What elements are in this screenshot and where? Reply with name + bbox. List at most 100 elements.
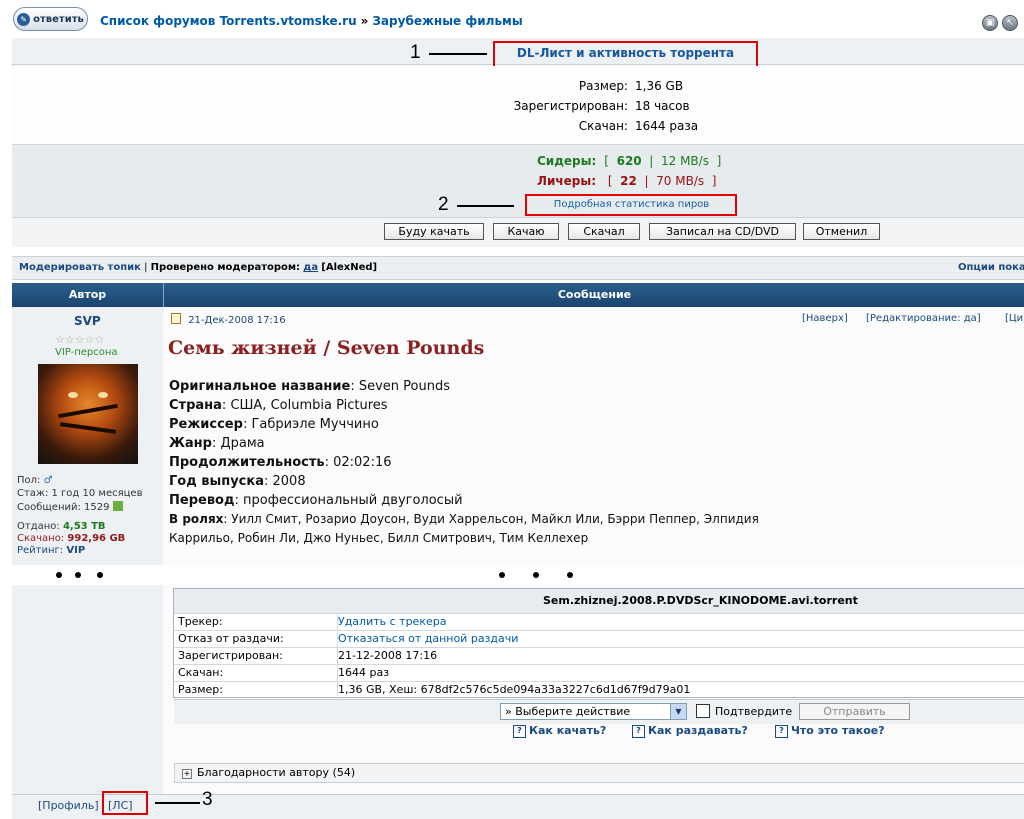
post-line-genre: Жанр: Драма (169, 436, 265, 451)
author-experience: Стаж: 1 год 10 месяцев (17, 488, 143, 499)
torrent-row-refuse: Отказ от раздачи: Отказаться от данной ра… (174, 630, 1024, 648)
annotation-1: 1 (410, 42, 421, 63)
post-icon (171, 313, 181, 324)
confirm-checkbox[interactable] (696, 704, 710, 718)
question-icon: ? (775, 725, 788, 738)
help-how-download[interactable]: ? Как качать? (513, 724, 606, 738)
info-registered-value: 18 часов (635, 99, 690, 113)
author-rank: VIP-персона (55, 347, 118, 358)
ellipsis-dot (499, 572, 505, 578)
options-link[interactable]: Опции пока (958, 262, 1024, 273)
chevron-down-icon: ▼ (670, 704, 686, 719)
refuse-seeding-link[interactable]: Отказаться от данной раздачи (338, 631, 518, 647)
posts-table-header: Автор Сообщение (12, 283, 1024, 307)
post-date[interactable]: 21-Дек-2008 17:16 (188, 315, 285, 326)
posts-bar-icon (112, 501, 123, 511)
question-icon: ? (632, 725, 645, 738)
breadcrumb-separator: » (360, 14, 369, 28)
ellipsis-dot (567, 572, 573, 578)
highlight-box-3 (102, 791, 148, 815)
author-posts: Сообщений: 1529 (17, 501, 123, 513)
post-line-cast: В ролях: Уилл Смит, Розарио Доусон, Вуди… (169, 512, 759, 526)
burned-cd-button[interactable]: Записал на CD/DVD (649, 223, 796, 240)
seeders-speed: 12 MB/s (660, 154, 709, 168)
highlight-box-1 (493, 41, 758, 68)
annotation-3: 3 (202, 789, 213, 810)
moderate-topic-link[interactable]: Модерировать топик (19, 262, 141, 273)
torrent-table-divider (337, 613, 338, 698)
ellipsis-dot (97, 572, 103, 578)
author-downloaded: Скачано: 992,96 GB (17, 533, 126, 544)
post-edit-link[interactable]: [Редактирование: да] (866, 313, 981, 324)
help-how-seed[interactable]: ? Как раздавать? (632, 724, 748, 738)
annotation-line-1 (429, 53, 487, 55)
expand-plus-icon[interactable]: + (182, 769, 192, 779)
ellipsis-dot (533, 572, 539, 578)
downloaded-button[interactable]: Скачал (568, 223, 640, 240)
action-select[interactable]: » Выберите действие ▼ (500, 703, 687, 720)
leechers-label: Личеры: (537, 174, 596, 188)
post-top-link[interactable]: [Наверх] (802, 313, 848, 324)
post-line-translation: Перевод: профессиональный двуголосый (169, 493, 463, 508)
breadcrumb-forum-list[interactable]: Список форумов Torrents.vtomske.ru (100, 14, 357, 28)
remove-from-tracker-link[interactable]: Удалить с трекера (338, 614, 446, 630)
will-download-button[interactable]: Буду качать (384, 223, 484, 240)
post-line-director: Режиссер: Габриэле Муччино (169, 417, 379, 432)
peers-panel (12, 144, 1024, 217)
post-line-original-title: Оригинальное название: Seven Pounds (169, 379, 451, 394)
post-line-year: Год выпуска: 2008 (169, 474, 306, 489)
checked-yes-link[interactable]: да (303, 262, 318, 273)
cancel-button[interactable]: Отменил (803, 223, 880, 240)
send-button[interactable]: Отправить (799, 703, 910, 720)
post-line-cast-continued: Каррильо, Робин Ли, Джо Нуньес, Билл Сми… (169, 531, 589, 545)
torrent-row-size: Размер: 1,36 GB, Хеш: 678df2c576c5de094a3… (174, 681, 1024, 699)
torrent-filename-link[interactable]: Sem.zhiznej.2008.P.DVDScr_KINODOME.avi.t… (543, 589, 858, 613)
leechers-speed: 70 MB/s (656, 174, 705, 188)
moderator-name: [AlexNed] (321, 262, 378, 273)
torrent-filename-header: Sem.zhiznej.2008.P.DVDScr_KINODOME.avi.t… (174, 589, 1024, 613)
info-downloaded-value: 1644 раза (635, 119, 699, 133)
reply-button[interactable]: ✎ ответить (13, 7, 88, 31)
author-column-header: Автор (68, 288, 107, 301)
thanks-section[interactable]: + Благодарности автору (54) (174, 763, 1024, 783)
checked-by-moderator-label: Проверено модератором: (150, 262, 301, 273)
rating-stars-icon: ☆☆☆☆☆ (55, 333, 105, 346)
author-rating: Рейтинг: VIP (17, 545, 86, 556)
post-meta: 21-Дек-2008 17:16 [Наверх] [Редактирован… (171, 313, 1024, 327)
author-uploaded: Отдано: 4,53 TB (17, 521, 106, 532)
post-line-country: Страна: США, Columbia Pictures (169, 398, 388, 413)
post-title: Семь жизней / Seven Pounds (168, 337, 485, 359)
moderation-bar: Модерировать топик | Проверено модератор… (12, 256, 1024, 280)
ellipsis-dot (75, 572, 81, 578)
action-select-value: » Выберите действие (505, 705, 631, 718)
post-footer (12, 794, 1024, 819)
torrent-row-downloaded: Скачан: 1644 раз (174, 664, 1024, 682)
annotation-2: 2 (438, 194, 449, 215)
downloading-button[interactable]: Качаю (493, 223, 559, 240)
arrow-up-icon[interactable]: ↖ (1002, 15, 1018, 31)
breadcrumb-foreign-films[interactable]: Зарубежные фильмы (372, 14, 522, 28)
male-icon: ♂ (43, 475, 53, 486)
breadcrumb: Список форумов Torrents.vtomske.ru» Заруб… (100, 14, 523, 28)
help-what-is-this[interactable]: ? Что это такое? (775, 724, 885, 738)
seeders-stat: Сидеры: [ 620 | 12 MB/s ] (537, 154, 722, 168)
lock-icon[interactable]: ▣ (982, 15, 998, 31)
leechers-count: 22 (620, 174, 637, 188)
ellipsis-dot (56, 572, 62, 578)
leechers-stat: Личеры: [ 22 | 70 MB/s ] (537, 174, 717, 188)
seeders-count: 620 (616, 154, 642, 168)
torrent-row-registered: Зарегистрирован: 21-12-2008 17:16 (174, 647, 1024, 665)
annotation-line-2 (457, 205, 514, 207)
seeders-label: Сидеры: (537, 154, 597, 168)
post-quote-link[interactable]: [Ци (1005, 313, 1023, 324)
avatar (38, 364, 138, 464)
profile-link[interactable]: [Профиль] (38, 799, 99, 812)
content-cut (0, 565, 1024, 585)
reply-button-label: ответить (33, 13, 84, 25)
reply-icon: ✎ (17, 12, 31, 26)
author-gender: Пол: ♂ (17, 475, 53, 486)
confirm-label: Подтвердите (715, 705, 793, 718)
highlight-box-2 (525, 194, 737, 216)
info-size-value: 1,36 GB (635, 79, 684, 93)
author-name[interactable]: SVP (74, 314, 101, 328)
